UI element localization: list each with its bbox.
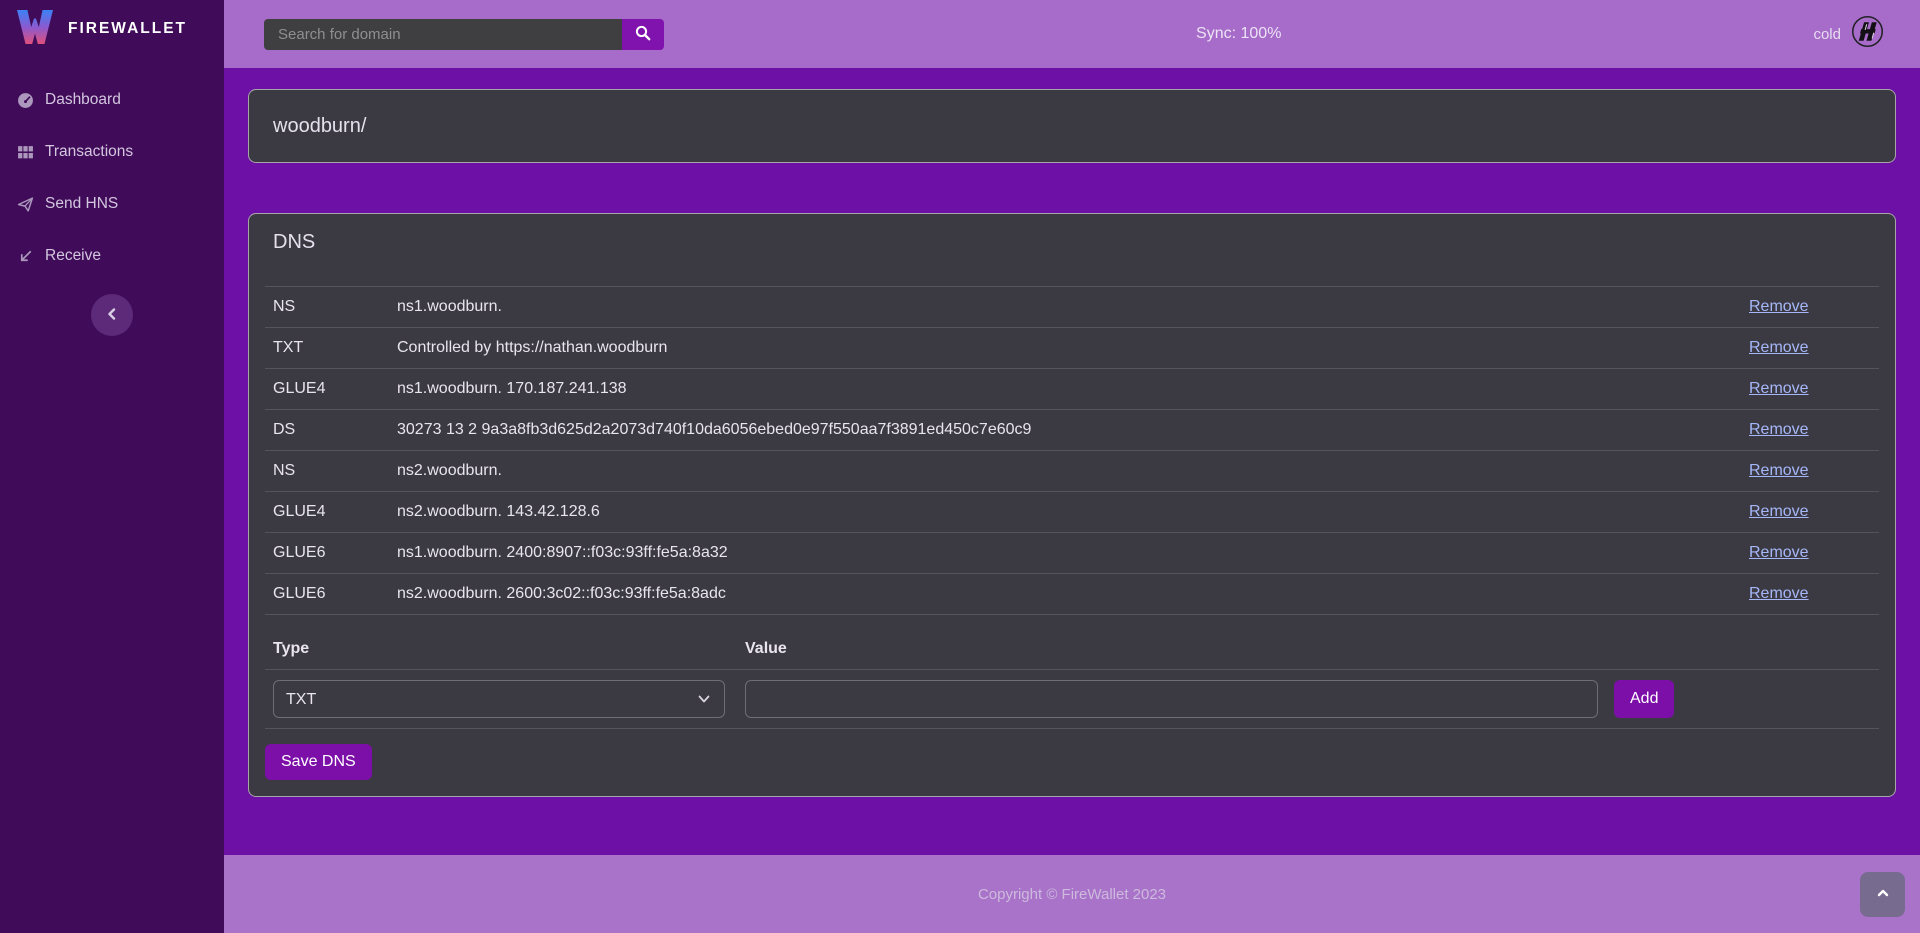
record-value: ns1.woodburn. 170.187.241.138 (389, 369, 1741, 410)
domain-search (264, 19, 664, 50)
sidebar-item-label: Send HNS (45, 195, 118, 213)
table-row: NS ns1.woodburn. Remove (265, 287, 1879, 328)
record-value: ns1.woodburn. 2400:8907::f03c:93ff:fe5a:… (389, 533, 1741, 574)
value-input-cell: Add (737, 670, 1879, 729)
sidebar-item-transactions[interactable]: Transactions (0, 126, 224, 178)
record-type: TXT (265, 328, 389, 369)
sidebar-item-label: Receive (45, 247, 101, 265)
search-icon (635, 25, 651, 44)
save-dns-button[interactable]: Save DNS (265, 744, 372, 780)
copyright-text: Copyright © FireWallet 2023 (978, 886, 1166, 903)
send-icon (17, 196, 34, 213)
record-value: ns2.woodburn. 143.42.128.6 (389, 492, 1741, 533)
record-type: DS (265, 410, 389, 451)
sidebar-item-send-hns[interactable]: Send HNS (0, 178, 224, 230)
record-type-select[interactable]: TXT (273, 680, 725, 718)
value-column-header: Value (737, 615, 1879, 670)
receive-icon (17, 248, 34, 265)
topbar: Sync: 100% cold (224, 0, 1920, 68)
record-remove-link[interactable]: Remove (1749, 298, 1809, 315)
sidebar-item-receive[interactable]: Receive (0, 230, 224, 282)
search-button[interactable] (622, 19, 664, 50)
dns-section-title: DNS (273, 230, 1879, 254)
type-select-cell: TXT (265, 670, 737, 729)
dns-card: DNS NS ns1.woodburn. Remove TXT Controll… (248, 213, 1896, 797)
record-value: ns2.woodburn. (389, 451, 1741, 492)
wallet-name: cold (1813, 26, 1841, 43)
record-type: GLUE4 (265, 492, 389, 533)
table-row: GLUE4 ns1.woodburn. 170.187.241.138 Remo… (265, 369, 1879, 410)
type-column-header: Type (265, 615, 737, 670)
domain-card: woodburn/ (248, 89, 1896, 163)
dns-records-table: NS ns1.woodburn. Remove TXT Controlled b… (265, 286, 1879, 615)
scroll-to-top-button[interactable] (1860, 872, 1905, 917)
record-remove-link[interactable]: Remove (1749, 339, 1809, 356)
footer: Copyright © FireWallet 2023 (224, 855, 1920, 933)
main-column: Sync: 100% cold (224, 0, 1920, 933)
chevron-up-icon (1876, 886, 1890, 903)
table-row: GLUE6 ns1.woodburn. 2400:8907::f03c:93ff… (265, 533, 1879, 574)
wallet-indicator: cold (1813, 15, 1884, 53)
table-row: NS ns2.woodburn. Remove (265, 451, 1879, 492)
content: woodburn/ DNS NS ns1.woodburn. Remove TX… (224, 68, 1920, 855)
record-remove-link[interactable]: Remove (1749, 585, 1809, 602)
add-record-form: Type Value TXT (265, 615, 1879, 729)
sidebar-item-label: Transactions (45, 143, 133, 161)
search-input[interactable] (264, 19, 622, 50)
record-type: NS (265, 287, 389, 328)
chevron-left-icon (106, 308, 118, 323)
record-value: ns1.woodburn. (389, 287, 1741, 328)
record-remove-link[interactable]: Remove (1749, 421, 1809, 438)
record-type: GLUE6 (265, 533, 389, 574)
dns-records-body: NS ns1.woodburn. Remove TXT Controlled b… (265, 287, 1879, 615)
brand: FIREWALLET (0, 0, 224, 58)
sync-status: Sync: 100% (1196, 25, 1281, 43)
handshake-logo-icon (1851, 15, 1884, 53)
record-type: NS (265, 451, 389, 492)
record-type: GLUE4 (265, 369, 389, 410)
table-row: DS 30273 13 2 9a3a8fb3d625d2a2073d740f10… (265, 410, 1879, 451)
record-value: Controlled by https://nathan.woodburn (389, 328, 1741, 369)
record-remove-link[interactable]: Remove (1749, 380, 1809, 397)
record-value: 30273 13 2 9a3a8fb3d625d2a2073d740f10da6… (389, 410, 1741, 451)
add-record-button[interactable]: Add (1614, 680, 1674, 718)
sidebar-item-dashboard[interactable]: Dashboard (0, 74, 224, 126)
sidebar: FIREWALLET Dashboard T (0, 0, 224, 933)
record-remove-link[interactable]: Remove (1749, 544, 1809, 561)
record-value: ns2.woodburn. 2600:3c02::f03c:93ff:fe5a:… (389, 574, 1741, 615)
record-remove-link[interactable]: Remove (1749, 462, 1809, 479)
table-row: GLUE6 ns2.woodburn. 2600:3c02::f03c:93ff… (265, 574, 1879, 615)
table-row: GLUE4 ns2.woodburn. 143.42.128.6 Remove (265, 492, 1879, 533)
dashboard-icon (17, 92, 34, 109)
record-value-input[interactable] (745, 680, 1598, 718)
firewallet-logo-icon (14, 9, 56, 50)
record-remove-link[interactable]: Remove (1749, 503, 1809, 520)
record-type: GLUE6 (265, 574, 389, 615)
domain-title: woodburn/ (273, 107, 1871, 145)
transactions-icon (17, 144, 34, 161)
table-row: TXT Controlled by https://nathan.woodbur… (265, 328, 1879, 369)
sidebar-item-label: Dashboard (45, 91, 121, 109)
brand-title: FIREWALLET (68, 20, 187, 38)
sidebar-nav: Dashboard Transactions Send HNS (0, 74, 224, 282)
sidebar-collapse-button[interactable] (91, 294, 133, 336)
